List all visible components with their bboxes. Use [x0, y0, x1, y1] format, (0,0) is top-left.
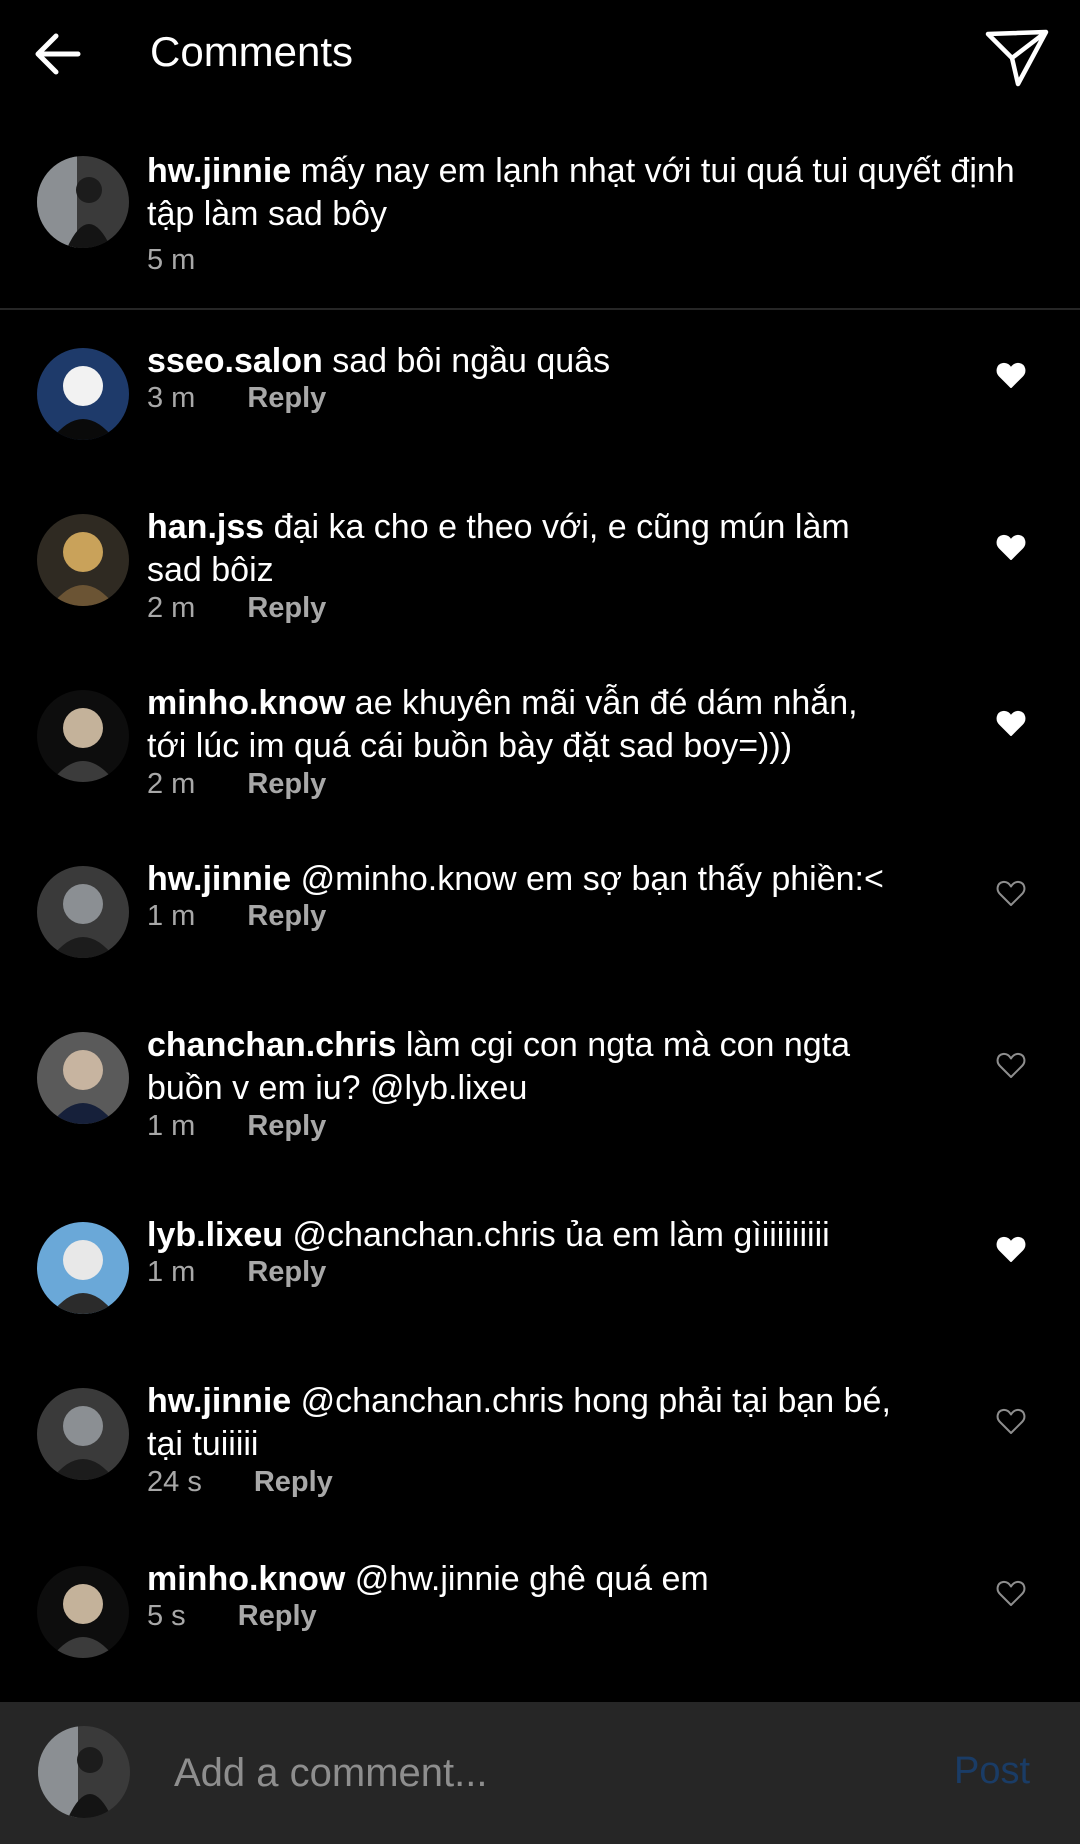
caption-body: mấy nay em lạnh nhạt với tui quá tui quy… [300, 152, 1015, 190]
avatar[interactable] [37, 1032, 129, 1124]
comment-text: sseo.salon sad bôi ngầu quâs [147, 340, 947, 383]
reply-button[interactable]: Reply [238, 1600, 317, 1632]
avatar[interactable] [37, 348, 129, 440]
username[interactable]: sseo.salon [147, 342, 323, 380]
post-caption: hw.jinnie mấy nay em lạnh nhạt với tui q… [0, 140, 1080, 310]
avatar[interactable] [37, 1388, 129, 1480]
like-button[interactable] [996, 360, 1026, 390]
username[interactable]: lyb.lixeu [147, 1216, 283, 1254]
share-button[interactable] [982, 22, 1052, 92]
like-button[interactable] [996, 1406, 1026, 1436]
heart-icon [996, 1580, 1026, 1606]
comment-body: @chanchan.chris hong phải tại bạn bé, [300, 1382, 891, 1420]
comment-body: @minho.know em sợ bạn thấy phiền:< [300, 860, 884, 898]
comment-text: chanchan.chris làm cgi con ngta mà con n… [147, 1024, 947, 1110]
comment-text: hw.jinnie @chanchan.chris hong phải tại … [147, 1380, 947, 1466]
comment-body: @chanchan.chris ủa em làm gìiiiiiiiii [292, 1216, 830, 1254]
caption-body-line2: tập làm sad bôy [147, 195, 388, 233]
comment-text: minho.know ae khuyên mãi vẫn đé dám nhắn… [147, 682, 947, 768]
timestamp: 5 s [147, 1600, 186, 1632]
comment-meta: 1 m Reply [147, 1110, 326, 1143]
username[interactable]: hw.jinnie [147, 1382, 291, 1420]
heart-icon [996, 362, 1026, 388]
back-button[interactable] [30, 24, 90, 84]
username[interactable]: hw.jinnie [147, 152, 291, 190]
timestamp: 1 m [147, 900, 196, 932]
reply-button[interactable]: Reply [247, 1110, 326, 1142]
arrow-left-icon [35, 33, 81, 75]
like-button[interactable] [996, 1050, 1026, 1080]
comment-composer: Post [0, 1702, 1080, 1844]
page-title: Comments [150, 28, 354, 75]
comment-body: làm cgi con ngta mà con ngta [405, 1026, 851, 1064]
caption-meta: 5 m [147, 244, 195, 277]
comment-meta: 24 s Reply [147, 1466, 333, 1499]
heart-icon [996, 1236, 1026, 1262]
reply-button[interactable]: Reply [247, 382, 326, 414]
comment-text: lyb.lixeu @chanchan.chris ủa em làm gìii… [147, 1214, 947, 1257]
like-button[interactable] [996, 1578, 1026, 1608]
comment-text: hw.jinnie @minho.know em sợ bạn thấy phi… [147, 858, 947, 901]
avatar[interactable] [37, 514, 129, 606]
like-button[interactable] [996, 1234, 1026, 1264]
comment-meta: 2 m Reply [147, 592, 326, 625]
heart-icon [996, 710, 1026, 736]
like-button[interactable] [996, 878, 1026, 908]
timestamp: 24 s [147, 1466, 202, 1498]
reply-button[interactable]: Reply [247, 768, 326, 800]
username[interactable]: minho.know [147, 1560, 345, 1598]
comment-body-line2: tại tuiiiii [147, 1425, 259, 1463]
timestamp: 1 m [147, 1256, 196, 1288]
avatar[interactable] [37, 866, 129, 958]
timestamp: 2 m [147, 592, 196, 624]
comment-body: ae khuyên mãi vẫn đé dám nhắn, [354, 684, 858, 722]
comment-meta: 3 m Reply [147, 382, 326, 415]
like-button[interactable] [996, 532, 1026, 562]
heart-icon [996, 880, 1026, 906]
heart-icon [996, 1408, 1026, 1434]
comment-meta: 2 m Reply [147, 768, 326, 801]
like-button[interactable] [996, 708, 1026, 738]
comment-body: @hw.jinnie ghê quá em [354, 1560, 709, 1598]
avatar[interactable] [37, 1222, 129, 1314]
reply-button[interactable]: Reply [254, 1466, 333, 1498]
timestamp: 1 m [147, 1110, 196, 1142]
comment-text: minho.know @hw.jinnie ghê quá em [147, 1558, 947, 1601]
comment-input[interactable] [172, 1742, 916, 1804]
comment-body-line2: tới lúc im quá cái buồn bày đặt sad boy=… [147, 727, 793, 765]
username[interactable]: han.jss [147, 508, 264, 546]
caption-text: hw.jinnie mấy nay em lạnh nhạt với tui q… [147, 150, 1015, 236]
username[interactable]: minho.know [147, 684, 345, 722]
reply-button[interactable]: Reply [247, 592, 326, 624]
avatar[interactable] [37, 156, 129, 248]
send-icon [985, 29, 1049, 87]
heart-icon [996, 534, 1026, 560]
reply-button[interactable]: Reply [247, 1256, 326, 1288]
comment-body: sad bôi ngầu quâs [332, 342, 611, 380]
comment-meta: 1 m Reply [147, 1256, 326, 1289]
comment-body: đại ka cho e theo với, e cũng mún làm [273, 508, 850, 546]
post-button[interactable]: Post [954, 1750, 1030, 1793]
heart-icon [996, 1052, 1026, 1078]
username[interactable]: chanchan.chris [147, 1026, 396, 1064]
timestamp: 5 m [147, 244, 196, 276]
avatar[interactable] [37, 690, 129, 782]
comment-text: han.jss đại ka cho e theo với, e cũng mú… [147, 506, 947, 592]
comment-meta: 5 s Reply [147, 1600, 317, 1633]
comment-body-line2: sad bôiz [147, 551, 274, 589]
timestamp: 2 m [147, 768, 196, 800]
comment-body-line2: buồn v em iu? @lyb.lixeu [147, 1069, 528, 1107]
comment-meta: 1 m Reply [147, 900, 326, 933]
avatar [38, 1726, 130, 1818]
avatar[interactable] [37, 1566, 129, 1658]
header: Comments [0, 0, 1080, 110]
username[interactable]: hw.jinnie [147, 860, 291, 898]
timestamp: 3 m [147, 382, 196, 414]
reply-button[interactable]: Reply [247, 900, 326, 932]
